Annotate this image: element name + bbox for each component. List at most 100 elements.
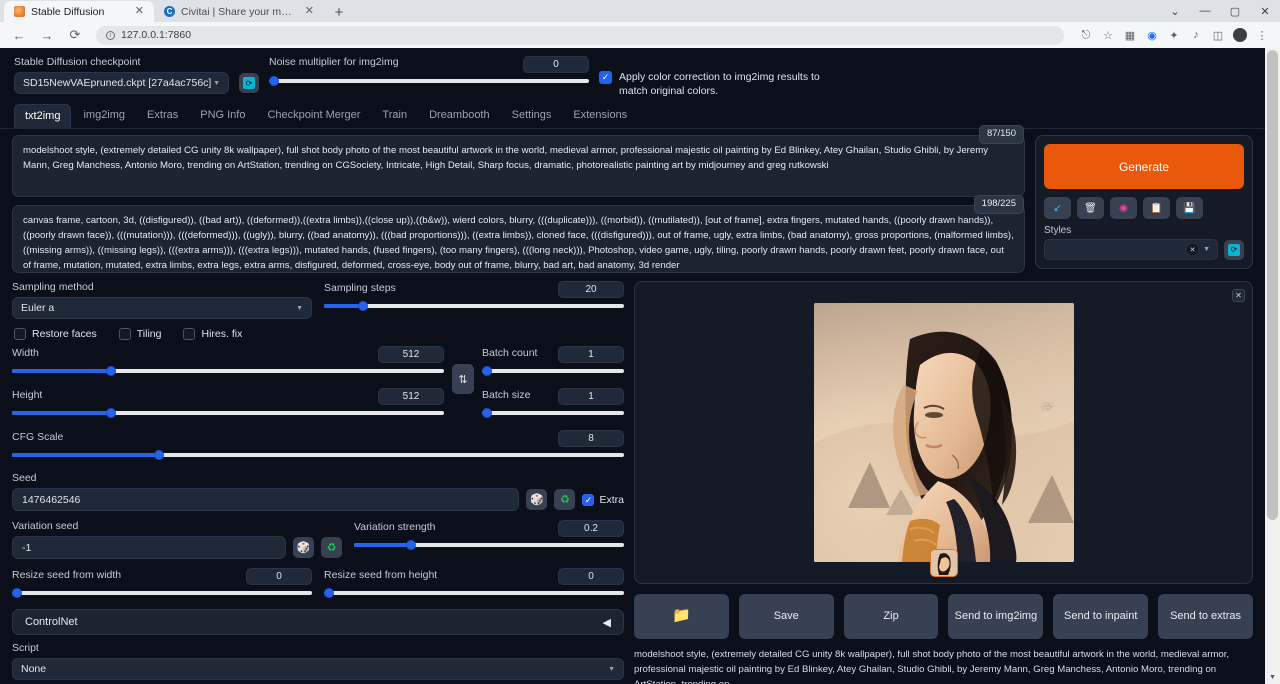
scrollbar-thumb[interactable] bbox=[1267, 50, 1278, 520]
send-to-img2img-button[interactable]: Send to img2img bbox=[948, 594, 1043, 639]
maximize-icon[interactable]: ▢ bbox=[1220, 0, 1250, 22]
tab-img2img[interactable]: img2img bbox=[73, 104, 135, 128]
tab-extensions[interactable]: Extensions bbox=[563, 104, 637, 128]
script-select[interactable]: None ▼ bbox=[12, 658, 624, 680]
address-bar[interactable]: i 127.0.0.1:7860 bbox=[96, 26, 1064, 45]
forward-icon[interactable]: → bbox=[36, 24, 58, 46]
tab-dreambooth[interactable]: Dreambooth bbox=[419, 104, 500, 128]
profile-avatar-icon[interactable] bbox=[1230, 25, 1250, 45]
zip-button[interactable]: Zip bbox=[844, 594, 939, 639]
tab-checkpoint-merger[interactable]: Checkpoint Merger bbox=[257, 104, 370, 128]
checkpoint-select[interactable]: SD15NewVAEpruned.ckpt [27a4ac756c] ▼ bbox=[14, 72, 229, 94]
refresh-checkpoint-button[interactable]: ⟳ bbox=[239, 73, 259, 93]
batch-count-value[interactable]: 1 bbox=[558, 346, 624, 363]
new-tab-button[interactable]: + bbox=[328, 2, 350, 22]
site-info-icon[interactable]: i bbox=[106, 31, 115, 40]
hires-fix-checkbox[interactable]: Hires. fix bbox=[183, 328, 242, 340]
collapse-icon[interactable]: ⌄ bbox=[1160, 0, 1190, 22]
sync-circle-icon[interactable]: ◉ bbox=[1142, 25, 1162, 45]
restore-faces-checkbox[interactable]: Restore faces bbox=[14, 328, 97, 340]
toolbox-icon[interactable]: ▦ bbox=[1120, 25, 1140, 45]
cfg-scale-slider[interactable] bbox=[12, 449, 624, 461]
extra-seed-checkbox[interactable]: Extra bbox=[582, 493, 624, 506]
reload-icon[interactable]: ⟳ bbox=[64, 24, 86, 46]
variation-seed-input[interactable]: -1 bbox=[12, 536, 286, 559]
open-folder-icon: 📁 bbox=[672, 607, 691, 626]
dice-icon[interactable]: 🎲 bbox=[293, 537, 314, 558]
generate-button[interactable]: Generate bbox=[1044, 144, 1244, 189]
bookmark-star-icon[interactable]: ☆ bbox=[1098, 25, 1118, 45]
tab-txt2img[interactable]: txt2img bbox=[14, 104, 71, 128]
recycle-icon[interactable]: ♻ bbox=[554, 489, 575, 510]
checkbox-box bbox=[582, 494, 594, 506]
chevron-down-icon[interactable]: ▼ bbox=[1203, 246, 1210, 253]
width-slider[interactable] bbox=[12, 365, 444, 377]
save-button[interactable]: Save bbox=[739, 594, 834, 639]
width-value[interactable]: 512 bbox=[378, 346, 444, 363]
side-panel-icon[interactable]: ◫ bbox=[1208, 25, 1228, 45]
sampling-method-select[interactable]: Euler a ▼ bbox=[12, 297, 312, 319]
extra-networks-icon[interactable]: ◉ bbox=[1110, 197, 1137, 219]
resize-seed-width-slider[interactable] bbox=[12, 587, 312, 599]
back-icon[interactable]: ← bbox=[8, 24, 30, 46]
clear-x-icon[interactable]: ✕ bbox=[1187, 244, 1198, 255]
sd-icon bbox=[14, 6, 25, 17]
resize-seed-height-slider[interactable] bbox=[324, 587, 624, 599]
negative-prompt-field[interactable]: 198/225 canvas frame, cartoon, 3d, ((dis… bbox=[12, 205, 1025, 273]
resize-seed-width-value[interactable]: 0 bbox=[246, 568, 312, 585]
tab-png-info[interactable]: PNG Info bbox=[190, 104, 255, 128]
paste-arrow-icon[interactable]: ↙ bbox=[1044, 197, 1071, 219]
generated-image[interactable]: ☞ bbox=[814, 303, 1074, 562]
clipboard-icon[interactable]: 📋 bbox=[1143, 197, 1170, 219]
scroll-down-icon[interactable]: ▼ bbox=[1265, 670, 1280, 684]
controlnet-accordion[interactable]: ControlNet ◀ bbox=[12, 609, 624, 635]
dice-icon[interactable]: 🎲 bbox=[526, 489, 547, 510]
cfg-scale-value[interactable]: 8 bbox=[558, 430, 624, 447]
recycle-icon[interactable]: ♻ bbox=[321, 537, 342, 558]
tiling-checkbox[interactable]: Tiling bbox=[119, 328, 162, 340]
noise-multiplier-slider[interactable] bbox=[269, 75, 589, 87]
reading-list-icon[interactable]: ♪ bbox=[1186, 25, 1206, 45]
height-slider[interactable] bbox=[12, 407, 444, 419]
batch-count-slider[interactable] bbox=[482, 365, 624, 377]
browser-tab-stable-diffusion[interactable]: Stable Diffusion ✕ bbox=[4, 1, 154, 22]
variation-strength-slider[interactable] bbox=[354, 539, 624, 551]
browser-menu-icon[interactable]: ⋮ bbox=[1252, 25, 1272, 45]
send-to-extras-button[interactable]: Send to extras bbox=[1158, 594, 1253, 639]
close-icon[interactable]: ✕ bbox=[1232, 289, 1245, 302]
tab-extras[interactable]: Extras bbox=[137, 104, 188, 128]
page-scrollbar[interactable]: ▲ ▼ bbox=[1265, 48, 1280, 684]
close-window-icon[interactable]: ✕ bbox=[1250, 0, 1280, 22]
styles-select[interactable]: ✕ ▼ bbox=[1044, 239, 1218, 260]
collapse-caret-icon[interactable]: ◀ bbox=[603, 616, 611, 629]
share-icon[interactable]: ⎋ bbox=[1076, 25, 1096, 45]
tiling-label: Tiling bbox=[137, 328, 162, 340]
color-correction-group[interactable]: Apply color correction to img2img result… bbox=[599, 56, 829, 98]
close-icon[interactable]: ✕ bbox=[303, 6, 316, 17]
batch-size-value[interactable]: 1 bbox=[558, 388, 624, 405]
tab-settings[interactable]: Settings bbox=[502, 104, 562, 128]
noise-multiplier-value[interactable]: 0 bbox=[523, 56, 589, 73]
result-thumbnail[interactable] bbox=[930, 549, 958, 577]
resize-seed-height-value[interactable]: 0 bbox=[558, 568, 624, 585]
positive-prompt-field[interactable]: 87/150 modelshoot style, (extremely deta… bbox=[12, 135, 1025, 197]
height-value[interactable]: 512 bbox=[378, 388, 444, 405]
variation-strength-value[interactable]: 0.2 bbox=[558, 520, 624, 537]
trash-icon[interactable]: 🗑 bbox=[1077, 197, 1104, 219]
seed-group: Seed 1476462546 🎲 ♻ Extra bbox=[12, 472, 624, 511]
swap-dimensions-icon[interactable]: ⇅ bbox=[452, 364, 474, 394]
sampling-steps-value[interactable]: 20 bbox=[558, 281, 624, 298]
batch-size-slider[interactable] bbox=[482, 407, 624, 419]
extensions-puzzle-icon[interactable]: ✦ bbox=[1164, 25, 1184, 45]
close-icon[interactable]: ✕ bbox=[133, 6, 146, 17]
seed-input[interactable]: 1476462546 bbox=[12, 488, 519, 511]
tab-train[interactable]: Train bbox=[372, 104, 417, 128]
minimize-icon[interactable]: — bbox=[1190, 0, 1220, 22]
refresh-styles-button[interactable]: ⟳ bbox=[1224, 240, 1244, 260]
send-to-inpaint-button[interactable]: Send to inpaint bbox=[1053, 594, 1148, 639]
save-style-icon[interactable]: 💾 bbox=[1176, 197, 1203, 219]
browser-tab-civitai[interactable]: Civitai | Share your models ✕ bbox=[154, 1, 324, 22]
sampling-steps-slider[interactable] bbox=[324, 300, 624, 312]
color-correction-checkbox[interactable] bbox=[599, 71, 612, 84]
open-folder-button[interactable]: 📁 bbox=[634, 594, 729, 639]
